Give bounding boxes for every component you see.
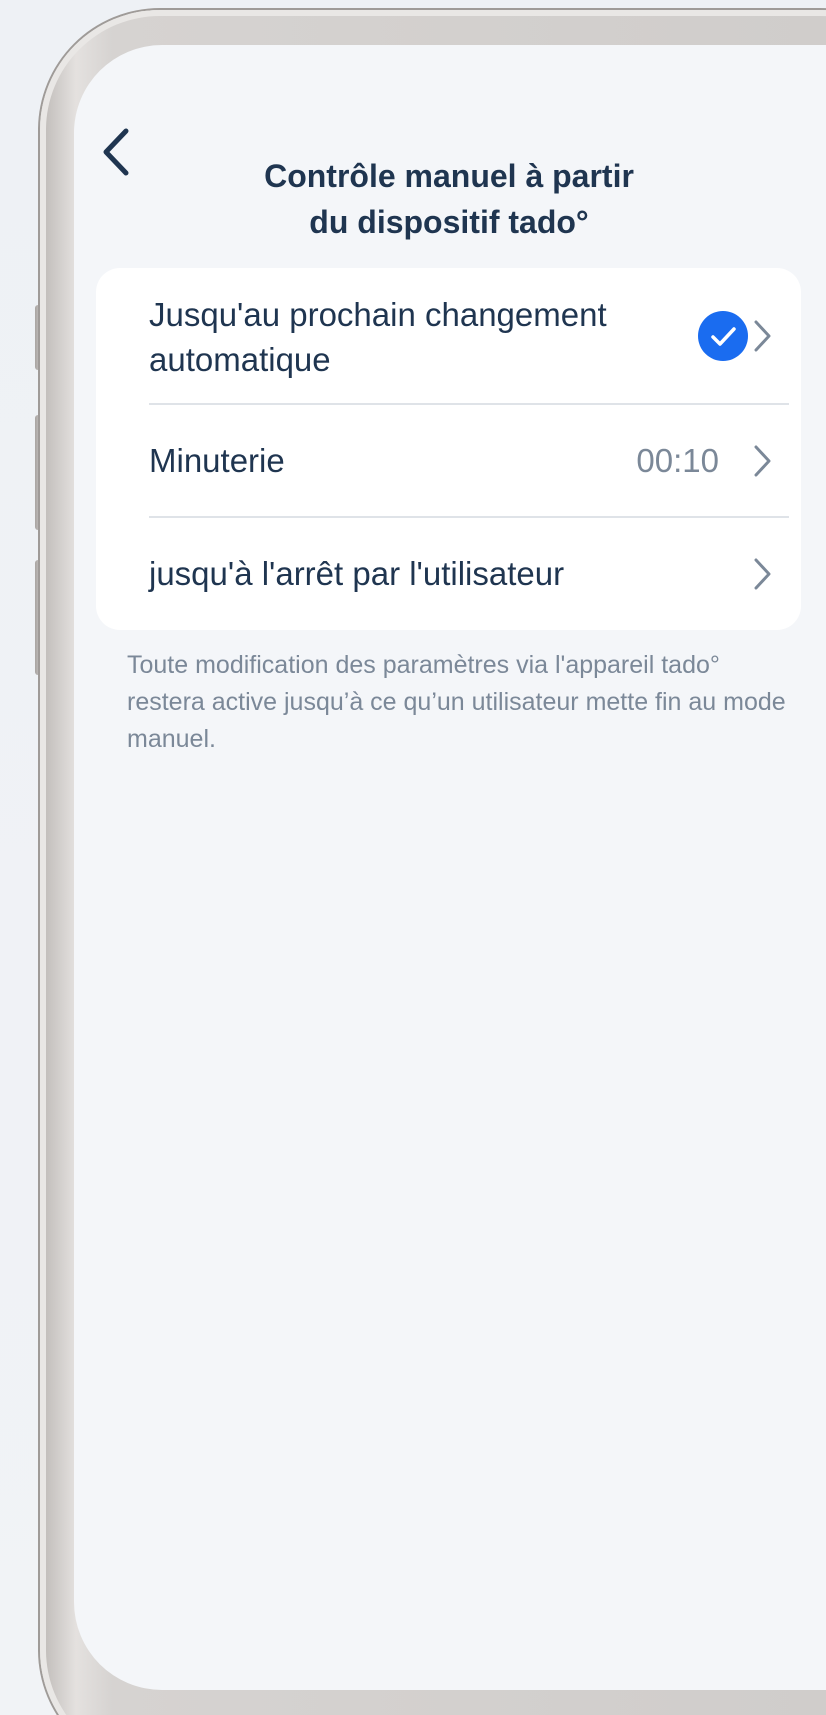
options-card: Jusqu'au prochain changement automatique… — [96, 268, 801, 630]
app-screen: Contrôle manuel à partir du dispositif t… — [74, 45, 826, 1690]
option-until-next-automatic-change[interactable]: Jusqu'au prochain changement automatique — [96, 268, 801, 404]
back-button[interactable] — [94, 125, 138, 179]
option-label: Minuterie — [149, 442, 285, 479]
info-note: Toute modification des paramètres via l'… — [127, 651, 786, 753]
chevron-right-icon — [754, 320, 771, 352]
device-mockup: Contrôle manuel à partir du dispositif t… — [0, 0, 826, 1715]
option-until-user-stops[interactable]: jusqu'à l'arrêt par l'utilisateur — [96, 517, 801, 630]
option-label: jusqu'à l'arrêt par l'utilisateur — [149, 555, 565, 592]
chevron-right-icon — [754, 445, 771, 477]
option-label: Jusqu'au prochain changement automatique — [149, 296, 607, 378]
chevron-right-icon — [754, 558, 771, 590]
timer-value: 00:10 — [636, 442, 719, 479]
page-title-line-2: du dispositif tado° — [309, 204, 589, 240]
option-timer[interactable]: Minuterie 00:10 — [96, 404, 801, 517]
page-title-line-1: Contrôle manuel à partir — [264, 158, 634, 194]
selected-check-icon — [698, 311, 748, 361]
chevron-left-icon — [103, 128, 129, 176]
page-title: Contrôle manuel à partir du dispositif t… — [229, 153, 669, 245]
